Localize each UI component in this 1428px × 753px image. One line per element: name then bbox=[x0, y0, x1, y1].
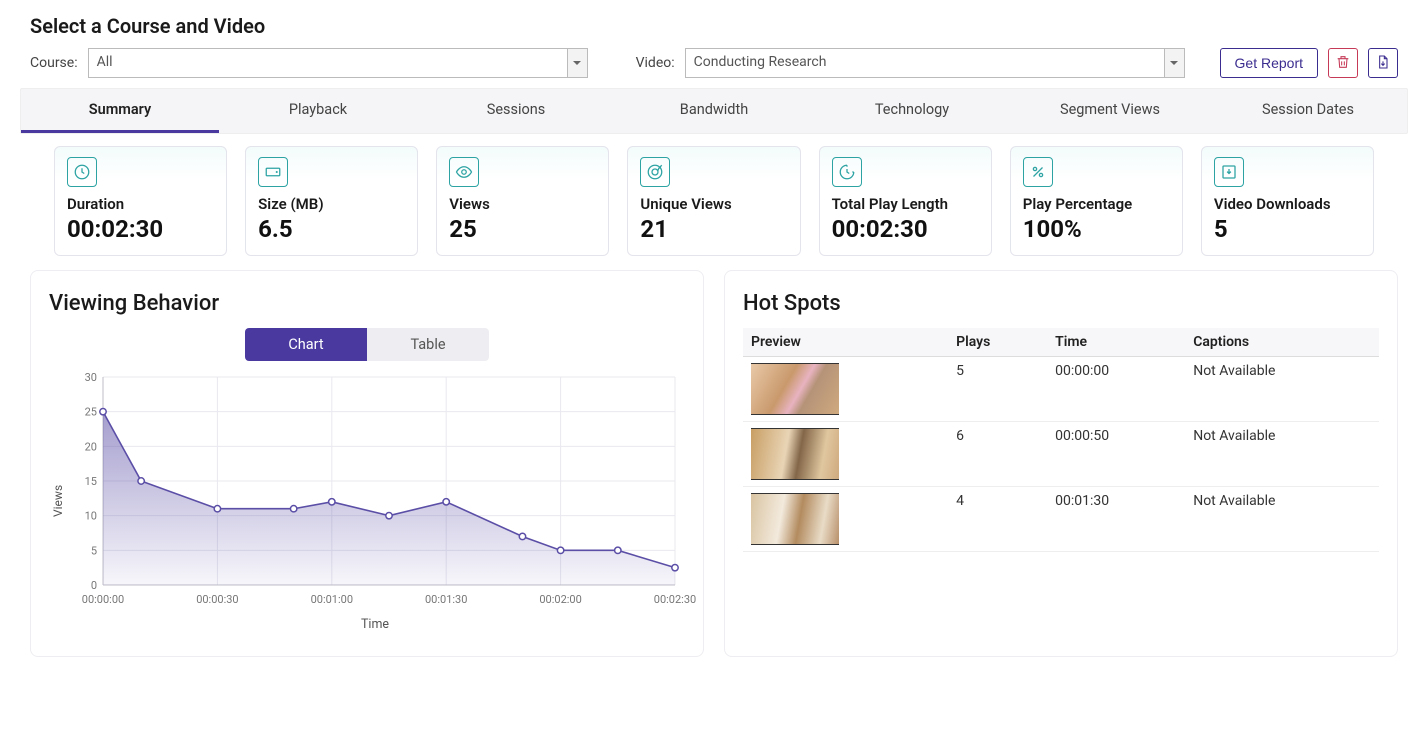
segment-clock-icon bbox=[832, 157, 862, 187]
viewing-behavior-panel: Viewing Behavior Chart Table Views 0 5 10 1… bbox=[30, 270, 704, 657]
viewing-behavior-chart: 0 5 10 15 20 25 30 00:00:00 00:00:30 00:01:00 00:0… bbox=[65, 369, 685, 609]
percent-icon bbox=[1023, 157, 1053, 187]
svg-text:25: 25 bbox=[85, 406, 97, 419]
stat-value: 25 bbox=[449, 215, 596, 243]
hot-spots-panel: Hot Spots Preview Plays Time Captions 50… bbox=[724, 270, 1398, 657]
trash-icon bbox=[1335, 54, 1351, 73]
svg-text:20: 20 bbox=[85, 440, 97, 453]
eye-icon bbox=[449, 157, 479, 187]
stat-card-total-play-length: Total Play Length 00:02:30 bbox=[819, 146, 992, 256]
svg-text:0: 0 bbox=[91, 579, 97, 592]
tab-playback[interactable]: Playback bbox=[219, 89, 417, 133]
viewing-behavior-title: Viewing Behavior bbox=[49, 291, 685, 316]
table-row[interactable]: 500:00:00Not Available bbox=[743, 357, 1379, 422]
tab-summary[interactable]: Summary bbox=[21, 89, 219, 133]
stat-label: Video Downloads bbox=[1214, 195, 1361, 213]
video-select-value: Conducting Research bbox=[686, 49, 1164, 77]
stat-label: Play Percentage bbox=[1023, 195, 1170, 213]
table-row[interactable]: 600:00:50Not Available bbox=[743, 422, 1379, 487]
cell-plays: 6 bbox=[948, 422, 1047, 487]
chart-y-label: Views bbox=[49, 369, 65, 632]
tab-bandwidth[interactable]: Bandwidth bbox=[615, 89, 813, 133]
stat-value: 6.5 bbox=[258, 215, 405, 243]
col-preview: Preview bbox=[743, 328, 948, 357]
stat-card-unique-views: Unique Views 21 bbox=[627, 146, 800, 256]
svg-text:00:01:00: 00:01:00 bbox=[311, 593, 353, 606]
cell-plays: 4 bbox=[948, 487, 1047, 552]
preview-thumbnail[interactable] bbox=[751, 428, 839, 480]
svg-text:15: 15 bbox=[85, 475, 97, 488]
course-select[interactable]: All bbox=[88, 48, 588, 78]
course-label: Course: bbox=[30, 55, 78, 71]
chevron-down-icon bbox=[1164, 49, 1184, 77]
page-title: Select a Course and Video bbox=[30, 14, 1398, 38]
cell-time: 00:00:00 bbox=[1047, 357, 1185, 422]
download-report-button[interactable] bbox=[1368, 48, 1398, 78]
svg-text:00:00:30: 00:00:30 bbox=[196, 593, 238, 606]
stat-card-views: Views 25 bbox=[436, 146, 609, 256]
col-captions: Captions bbox=[1185, 328, 1379, 357]
target-icon bbox=[640, 157, 670, 187]
svg-text:00:02:30: 00:02:30 bbox=[654, 593, 696, 606]
cell-time: 00:00:50 bbox=[1047, 422, 1185, 487]
course-select-value: All bbox=[89, 49, 567, 77]
stat-label: Size (MB) bbox=[258, 195, 405, 213]
video-select[interactable]: Conducting Research bbox=[685, 48, 1185, 78]
tab-session-dates[interactable]: Session Dates bbox=[1209, 89, 1407, 133]
svg-text:00:02:00: 00:02:00 bbox=[539, 593, 581, 606]
cell-captions: Not Available bbox=[1185, 487, 1379, 552]
stat-value: 5 bbox=[1214, 215, 1361, 243]
video-label: Video: bbox=[636, 55, 675, 71]
tabs: SummaryPlaybackSessionsBandwidthTechnolo… bbox=[20, 88, 1408, 134]
cell-captions: Not Available bbox=[1185, 357, 1379, 422]
cell-captions: Not Available bbox=[1185, 422, 1379, 487]
stat-card-size-mb-: Size (MB) 6.5 bbox=[245, 146, 418, 256]
stat-label: Views bbox=[449, 195, 596, 213]
svg-text:5: 5 bbox=[91, 544, 97, 557]
stat-cards-row: Duration 00:02:30 Size (MB) 6.5 Views 25 Uniqu… bbox=[20, 146, 1408, 256]
delete-button[interactable] bbox=[1328, 48, 1358, 78]
tab-sessions[interactable]: Sessions bbox=[417, 89, 615, 133]
stat-value: 100% bbox=[1023, 215, 1170, 243]
download-icon bbox=[1214, 157, 1244, 187]
col-time: Time bbox=[1047, 328, 1185, 357]
stat-card-duration: Duration 00:02:30 bbox=[54, 146, 227, 256]
table-row[interactable]: 400:01:30Not Available bbox=[743, 487, 1379, 552]
svg-text:00:00:00: 00:00:00 bbox=[82, 593, 124, 606]
hot-spots-table: Preview Plays Time Captions 500:00:00Not… bbox=[743, 328, 1379, 552]
view-toggle: Chart Table bbox=[245, 328, 489, 361]
stat-value: 21 bbox=[640, 215, 787, 243]
stat-label: Unique Views bbox=[640, 195, 787, 213]
stat-value: 00:02:30 bbox=[832, 215, 979, 243]
preview-thumbnail[interactable] bbox=[751, 363, 839, 415]
svg-text:10: 10 bbox=[85, 510, 97, 523]
svg-text:30: 30 bbox=[85, 371, 97, 384]
col-plays: Plays bbox=[948, 328, 1047, 357]
preview-thumbnail[interactable] bbox=[751, 493, 839, 545]
stat-card-play-percentage: Play Percentage 100% bbox=[1010, 146, 1183, 256]
hot-spots-title: Hot Spots bbox=[743, 291, 1379, 316]
stat-value: 00:02:30 bbox=[67, 215, 214, 243]
chevron-down-icon bbox=[567, 49, 587, 77]
cell-time: 00:01:30 bbox=[1047, 487, 1185, 552]
clock-icon bbox=[67, 157, 97, 187]
size-icon bbox=[258, 157, 288, 187]
tab-segment-views[interactable]: Segment Views bbox=[1011, 89, 1209, 133]
file-download-icon bbox=[1375, 54, 1391, 73]
stat-label: Duration bbox=[67, 195, 214, 213]
tab-technology[interactable]: Technology bbox=[813, 89, 1011, 133]
cell-plays: 5 bbox=[948, 357, 1047, 422]
stat-label: Total Play Length bbox=[832, 195, 979, 213]
chart-x-label: Time bbox=[65, 617, 685, 632]
toggle-table[interactable]: Table bbox=[367, 328, 489, 361]
stat-card-video-downloads: Video Downloads 5 bbox=[1201, 146, 1374, 256]
svg-text:00:01:30: 00:01:30 bbox=[425, 593, 467, 606]
get-report-button[interactable]: Get Report bbox=[1220, 48, 1318, 78]
toggle-chart[interactable]: Chart bbox=[245, 328, 367, 361]
